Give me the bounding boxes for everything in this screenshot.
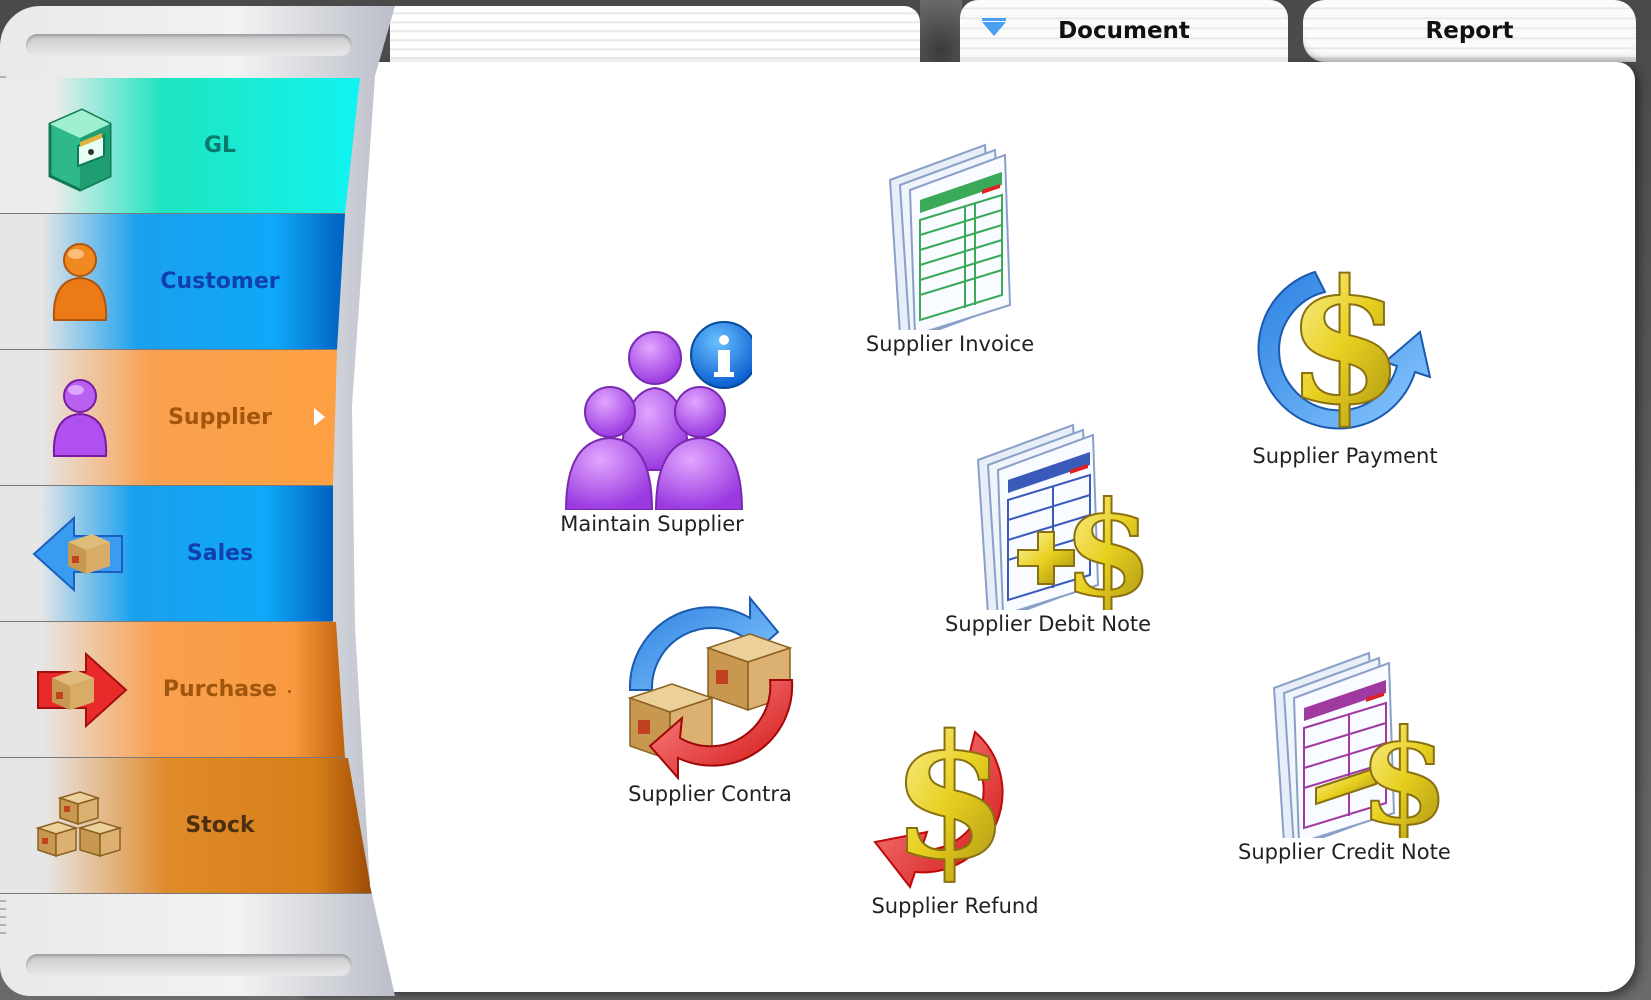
tab-report-label: Report: [1425, 18, 1514, 44]
purple-person-icon: [52, 379, 108, 457]
sidebar-scroll-down[interactable]: [26, 954, 352, 976]
boxes-exchange-icon: [627, 595, 794, 780]
sidebar-scroll-up[interactable]: [26, 34, 352, 56]
sidebar-item-label: GL: [203, 133, 237, 158]
tab-report[interactable]: Report: [1303, 0, 1636, 62]
box-right-arrow-icon: [37, 651, 128, 729]
tab-document-label: Document: [1058, 18, 1190, 44]
action-supplier-debit-note[interactable]: $ Supplier Debit Note: [945, 420, 1151, 636]
action-supplier-invoice[interactable]: Supplier Invoice: [850, 140, 1050, 356]
sidebar-item-purchase[interactable]: Purchase: [0, 622, 345, 758]
action-label: Supplier Payment: [1252, 444, 1438, 468]
sidebar-item-sales[interactable]: Sales: [0, 486, 333, 622]
svg-text:$: $: [1359, 701, 1444, 838]
tab-divider: [920, 0, 962, 62]
sidebar-item-label: Stock: [185, 813, 255, 838]
svg-text:$: $: [891, 702, 1009, 892]
action-label: Supplier Invoice: [865, 332, 1035, 356]
orange-person-icon: [52, 243, 108, 321]
svg-text:$: $: [1286, 252, 1404, 442]
sidebar-item-gl[interactable]: GL: [0, 78, 360, 214]
sidebar-item-label: Purchase: [162, 677, 278, 702]
action-label: Maintain Supplier: [560, 512, 744, 536]
action-label: Supplier Refund: [871, 894, 1039, 918]
invoice-document-icon: [888, 143, 1012, 330]
filter-arrow-icon: [982, 18, 1006, 36]
dollar-blue-arrow-icon: $: [1257, 252, 1432, 442]
document-plus-dollar-icon: $: [976, 423, 1148, 610]
action-maintain-supplier[interactable]: Maintain Supplier: [552, 320, 752, 536]
action-label: Supplier Debit Note: [945, 612, 1152, 636]
sidebar-item-customer[interactable]: Customer: [0, 214, 345, 350]
action-supplier-payment[interactable]: $ Supplier Payment: [1245, 252, 1445, 468]
separator-dot: [288, 690, 291, 693]
tab-strip: [390, 6, 920, 68]
action-supplier-contra[interactable]: Supplier Contra: [610, 590, 810, 806]
supplier-group-info-icon: [564, 321, 752, 510]
sidebar-item-stock[interactable]: Stock: [0, 758, 372, 894]
sidebar-item-supplier[interactable]: Supplier: [0, 350, 337, 486]
dollar-red-arrow-icon: $: [873, 702, 1010, 892]
submenu-arrow-icon: [314, 408, 325, 426]
document-minus-dollar-icon: $: [1273, 651, 1444, 838]
box-left-arrow-icon: [32, 515, 123, 593]
action-label: Supplier Credit Note: [1238, 840, 1451, 864]
tab-document[interactable]: Document: [960, 0, 1288, 62]
sidebar: GL Customer Supplier Sales Purchase Stoc…: [0, 6, 395, 996]
action-supplier-refund[interactable]: $ Supplier Refund: [855, 702, 1055, 918]
sidebar-item-label: Customer: [160, 269, 280, 294]
filing-cabinet-icon: [48, 108, 112, 192]
sidebar-item-label: Sales: [186, 541, 254, 566]
action-supplier-credit-note[interactable]: $ Supplier Credit Note: [1238, 648, 1451, 864]
sidebar-item-label: Supplier: [168, 405, 272, 430]
action-label: Supplier Contra: [628, 782, 792, 806]
stacked-boxes-icon: [35, 791, 123, 858]
svg-text:$: $: [1063, 473, 1148, 610]
